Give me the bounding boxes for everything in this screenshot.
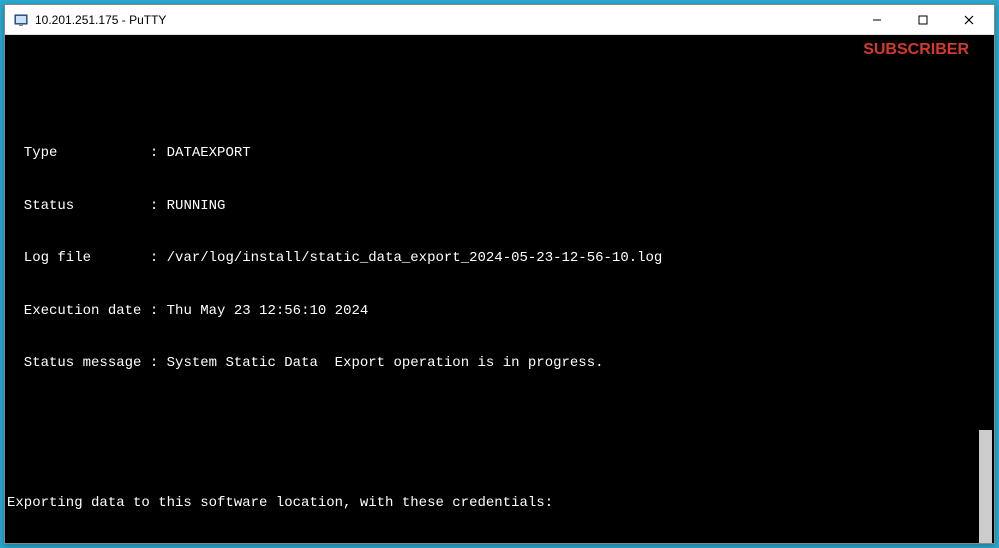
- window-title: 10.201.251.175 - PuTTY: [35, 13, 854, 27]
- putty-app-icon: [13, 12, 29, 28]
- statusmsg-label: Status message :: [7, 355, 167, 371]
- minimize-button[interactable]: [854, 6, 900, 34]
- status-value: RUNNING: [167, 198, 226, 214]
- scrollbar-thumb[interactable]: [979, 430, 992, 543]
- putty-window: 10.201.251.175 - PuTTY SUBSCRIBER Type :…: [4, 4, 995, 544]
- type-value: DATAEXPORT: [167, 145, 251, 161]
- log-value: /var/log/install/static_data_export_2024…: [167, 250, 663, 266]
- type-label: Type :: [7, 145, 167, 161]
- subscriber-overlay: SUBSCRIBER: [863, 41, 969, 59]
- terminal-area[interactable]: SUBSCRIBER Type : DATAEXPORT Status : RU…: [5, 35, 994, 543]
- close-button[interactable]: [946, 6, 992, 34]
- export-header: Exporting data to this software location…: [7, 495, 992, 513]
- statusmsg-value: System Static Data Export operation is i…: [167, 355, 604, 371]
- execdate-label: Execution date :: [7, 303, 167, 319]
- maximize-button[interactable]: [900, 6, 946, 34]
- log-label: Log file :: [7, 250, 167, 266]
- titlebar[interactable]: 10.201.251.175 - PuTTY: [5, 5, 994, 35]
- status-label: Status :: [7, 198, 167, 214]
- window-controls: [854, 6, 992, 34]
- execdate-value: Thu May 23 12:56:10 2024: [167, 303, 369, 319]
